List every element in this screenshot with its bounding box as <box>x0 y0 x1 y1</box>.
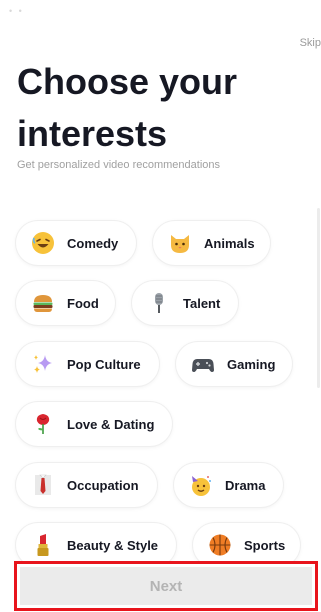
interest-chip-comedy[interactable]: Comedy <box>16 221 136 265</box>
interest-chip-occupation[interactable]: Occupation <box>16 463 157 507</box>
interest-chip-food[interactable]: Food <box>16 281 115 325</box>
interest-chip-love-dating[interactable]: Love & Dating <box>16 402 172 446</box>
interest-chip-talent[interactable]: Talent <box>132 281 238 325</box>
cat-face-icon <box>167 230 193 256</box>
interest-label: Beauty & Style <box>67 537 159 553</box>
interest-label: Occupation <box>67 477 139 493</box>
sparkles-icon <box>30 351 56 377</box>
basketball-icon <box>207 532 233 558</box>
interest-label: Sports <box>244 537 286 553</box>
interest-chip-gaming[interactable]: Gaming <box>176 342 292 386</box>
interest-chip-pop-culture[interactable]: Pop Culture <box>16 342 159 386</box>
status-bar-indicator: • • <box>9 6 24 16</box>
lipstick-icon <box>30 532 56 558</box>
interest-label: Comedy <box>67 235 119 251</box>
necktie-icon <box>30 472 56 498</box>
interest-label: Food <box>67 295 99 311</box>
interest-label: Gaming <box>227 356 276 372</box>
page-subtitle: Get personalized video recommendations <box>17 159 221 171</box>
burger-icon <box>30 290 56 316</box>
game-controller-icon <box>190 351 216 377</box>
microphone-icon <box>146 290 172 316</box>
rose-icon <box>30 411 56 437</box>
interest-label: Drama <box>225 477 266 493</box>
party-face-icon <box>188 472 214 498</box>
interest-chip-animals[interactable]: Animals <box>153 221 270 265</box>
next-button[interactable]: Next <box>20 567 312 605</box>
page-title: Choose your interests <box>17 61 238 154</box>
interests-screen: • • Skip Choose your interests Get perso… <box>0 0 321 612</box>
scrollbar[interactable] <box>317 208 320 388</box>
interest-label: Love & Dating <box>67 416 155 432</box>
next-button-highlight: Next <box>14 561 318 611</box>
interest-label: Animals <box>204 235 255 251</box>
skip-button[interactable]: Skip <box>300 37 321 49</box>
interest-label: Talent <box>183 295 221 311</box>
interest-chip-drama[interactable]: Drama <box>174 463 283 507</box>
laughing-face-icon <box>30 230 56 256</box>
interest-label: Pop Culture <box>67 356 141 372</box>
